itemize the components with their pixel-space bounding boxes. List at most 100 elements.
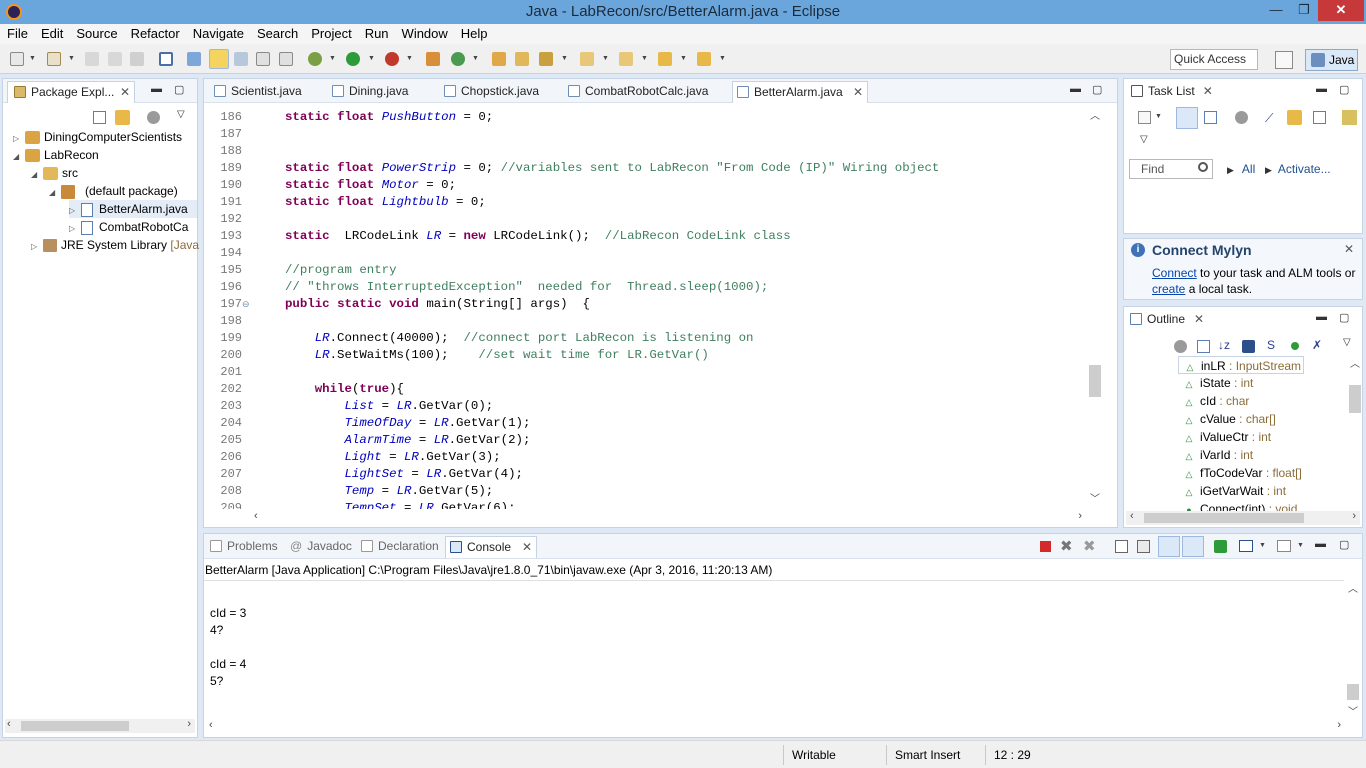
open-folder-icon[interactable] — [515, 52, 529, 66]
pin-console-icon[interactable] — [1214, 540, 1227, 553]
synchronize-icon[interactable] — [1287, 110, 1302, 125]
minimize-panel-icon[interactable]: ▬ — [1070, 83, 1081, 95]
new-package-icon[interactable] — [47, 52, 61, 66]
tab-betteralarm-java[interactable]: BetterAlarm.java ✕ — [732, 81, 868, 103]
scroll-right-icon[interactable]: › — [1078, 510, 1082, 522]
tab-dining-java[interactable]: Dining.java — [328, 81, 408, 103]
print-icon[interactable] — [130, 52, 144, 66]
outline-item[interactable]: △ fToCodeVar : float[] — [1178, 464, 1302, 482]
remove-launch-icon[interactable]: ✖ — [1060, 537, 1073, 555]
open-console-icon[interactable] — [1277, 540, 1291, 552]
next-annotation-icon[interactable] — [580, 52, 594, 66]
tab-task-list[interactable]: Task List ✕ — [1128, 81, 1213, 103]
run-dropdown-icon[interactable]: ▼ — [368, 55, 375, 62]
tab-problems[interactable]: Problems — [208, 536, 278, 558]
forward-dropdown-icon[interactable]: ▼ — [719, 55, 726, 62]
run-icon[interactable] — [346, 52, 360, 66]
next-annotation-dropdown-icon[interactable]: ▼ — [602, 55, 609, 62]
view-menu-icon[interactable]: ▽ — [177, 109, 185, 120]
all-filter[interactable]: ▶ All — [1227, 160, 1255, 178]
hide-fields-icon[interactable] — [1242, 340, 1255, 353]
focus-workweek-icon[interactable] — [1235, 111, 1248, 124]
code-area[interactable]: 186 187 188 189 190 191 192 193 194 195 196 197 198 1… — [204, 109, 1084, 509]
scroll-up-icon[interactable]: ︿ — [1090, 107, 1100, 122]
open-task-icon[interactable] — [492, 52, 506, 66]
close-tab-icon[interactable]: ✕ — [1194, 312, 1204, 326]
show-whitespace-icon[interactable] — [256, 52, 270, 66]
hide-static-icon[interactable]: S — [1267, 338, 1275, 352]
minimize-panel-icon[interactable]: ▬ — [1315, 538, 1326, 550]
scroll-thumb[interactable] — [1349, 385, 1361, 413]
collapse-arrow-icon[interactable]: ◢ — [31, 166, 43, 184]
outline-hscrollbar[interactable]: ‹ › — [1126, 510, 1360, 525]
package-explorer-hscrollbar[interactable]: ‹ › — [5, 718, 195, 733]
collapse-all-icon[interactable] — [93, 111, 106, 124]
debug-dropdown-icon[interactable]: ▼ — [329, 55, 336, 62]
menu-edit[interactable]: Edit — [34, 24, 69, 44]
toggle-mark-occurrences-icon[interactable] — [209, 49, 229, 69]
scroll-thumb[interactable] — [1144, 513, 1304, 523]
coverage-dropdown-icon[interactable]: ▼ — [406, 55, 413, 62]
scroll-right-icon[interactable]: › — [1337, 719, 1341, 731]
outline-item[interactable]: △ iVarId : int — [1178, 446, 1254, 464]
outline-item[interactable]: △ cId : char — [1178, 392, 1250, 410]
outline-item[interactable]: △ iValueCtr : int — [1178, 428, 1272, 446]
coverage-icon[interactable] — [385, 52, 399, 66]
back-dropdown-icon[interactable]: ▼ — [680, 55, 687, 62]
show-on-error-icon[interactable] — [1182, 536, 1204, 557]
close-button[interactable]: ✕ — [1318, 0, 1364, 21]
menu-project[interactable]: Project — [304, 24, 357, 44]
menu-navigate[interactable]: Navigate — [186, 24, 250, 44]
scroll-thumb[interactable] — [1347, 684, 1359, 700]
editor-vscrollbar[interactable]: ︿ ﹀ — [1088, 109, 1102, 507]
scroll-left-icon[interactable]: ‹ — [1130, 510, 1134, 522]
activate-filter[interactable]: ▶ Activate... — [1265, 160, 1331, 178]
maximize-panel-icon[interactable]: ▢ — [1092, 83, 1102, 96]
maximize-panel-icon[interactable]: ▢ — [1339, 311, 1349, 324]
back-icon[interactable] — [658, 52, 672, 66]
menu-help[interactable]: Help — [454, 24, 494, 44]
new-task-dropdown-icon[interactable]: ▼ — [1155, 113, 1162, 120]
new-java-project-icon[interactable] — [426, 52, 440, 66]
categorized-icon[interactable] — [1176, 107, 1198, 129]
clear-console-icon[interactable] — [1115, 540, 1128, 553]
outline-item[interactable]: ● Connect(int) : void — [1178, 500, 1297, 511]
tree-item-combatrobotcalc[interactable]: ▷ CombatRobotCa — [69, 218, 188, 236]
skip-breakpoints-icon[interactable] — [159, 52, 173, 66]
view-menu-icon[interactable]: ▽ — [1343, 337, 1351, 348]
new-class-dropdown-icon[interactable]: ▼ — [472, 55, 479, 62]
tab-console[interactable]: Console ✕ — [445, 536, 537, 558]
new-package-dropdown-icon[interactable]: ▼ — [68, 55, 75, 62]
maximize-panel-icon[interactable]: ▢ — [1339, 83, 1349, 96]
scroll-down-icon[interactable]: ﹀ — [1090, 490, 1100, 505]
close-mylyn-icon[interactable]: ✕ — [1344, 242, 1354, 256]
search-tool-icon[interactable] — [539, 52, 553, 66]
menu-refactor[interactable]: Refactor — [124, 24, 186, 44]
display-console-icon[interactable] — [1239, 540, 1253, 552]
outline-item[interactable]: △ iGetVarWait : int — [1178, 482, 1287, 500]
editor-hscrollbar[interactable]: ‹ › — [250, 510, 1086, 525]
tab-declaration[interactable]: Declaration — [361, 536, 439, 558]
open-type-icon[interactable] — [187, 52, 201, 66]
menu-file[interactable]: File — [0, 24, 34, 44]
new-java-class-icon[interactable] — [451, 52, 465, 66]
close-tab-icon[interactable]: ✕ — [1203, 84, 1213, 98]
minimize-panel-icon[interactable]: ▬ — [151, 83, 162, 95]
open-console-dropdown-icon[interactable]: ▼ — [1297, 542, 1304, 549]
forward-icon[interactable] — [697, 52, 711, 66]
outline-item[interactable]: △ cValue : char[] — [1178, 410, 1276, 428]
previous-annotation-dropdown-icon[interactable]: ▼ — [641, 55, 648, 62]
collapse-arrow-icon[interactable]: ◢ — [13, 148, 25, 166]
tree-item-betteralarm-java[interactable]: ▷ BetterAlarm.java — [69, 200, 197, 218]
minimize-panel-icon[interactable]: ▬ — [1316, 83, 1327, 95]
tab-combatrobotcalc-java[interactable]: CombatRobotCalc.java — [564, 81, 708, 103]
focus-task-icon[interactable] — [147, 111, 160, 124]
focus-active-task-icon[interactable] — [1174, 340, 1187, 353]
scheduled-icon[interactable] — [1204, 111, 1217, 124]
menu-window[interactable]: Window — [395, 24, 454, 44]
save-all-icon[interactable] — [108, 52, 122, 66]
save-icon[interactable] — [85, 52, 99, 66]
collapse-all-icon[interactable] — [1197, 340, 1210, 353]
open-perspective-icon[interactable] — [1275, 51, 1293, 69]
minimize-button[interactable]: — — [1262, 0, 1290, 21]
